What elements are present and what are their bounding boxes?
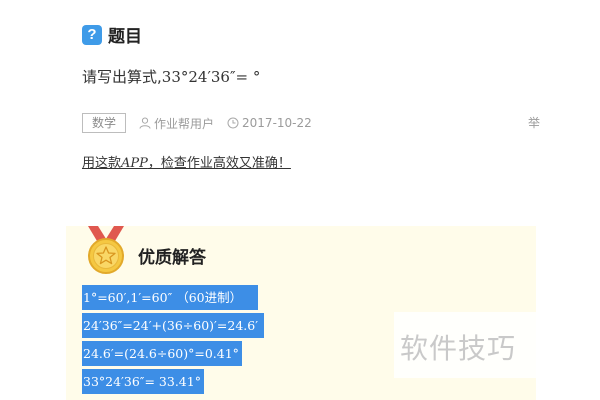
answer-line-4: 33°24′36″= 33.41° [82,369,204,394]
question-prefix: 请写出算式, [82,68,162,86]
date-text: 2017-10-22 [242,116,312,130]
report-link-fragment[interactable]: 举 [528,114,540,131]
author-name: 作业帮用户 [154,116,215,131]
answer-line-2: 24′36″=24′+(36÷60)′=24.6′ [82,313,264,338]
question-header: ? 题目 [82,22,142,47]
page-root: ? 题目 请写出算式,33°24′36″= ° 数学 作业帮用户 2017-10… [0,0,600,400]
question-meta: 数学 作业帮用户 2017-10-22 [82,113,312,133]
promo-before: 用这款 [82,156,122,171]
watermark-text: 软件技巧 [400,332,517,365]
promo-after: ，检查作业高效又准确！ [147,156,291,171]
question-title: 题目 [108,27,142,47]
question-mark-icon: ? [82,24,102,45]
question-date: 2017-10-22 [227,116,312,130]
clock-icon [227,117,239,129]
question-author: 作业帮用户 [139,115,214,132]
promo-app: APP [121,156,148,171]
answer-line-1: 1°=60′,1′=60″ （60进制） [82,285,258,310]
subject-tag[interactable]: 数学 [82,113,127,133]
app-promo-link[interactable]: 用这款APP，检查作业高效又准确！ [82,152,291,171]
question-formula: 33°24′36″= ° [161,68,261,86]
gold-medal-icon [88,226,124,274]
user-icon [139,117,151,129]
question-text: 请写出算式,33°24′36″= ° [82,66,260,87]
answer-title: 优质解答 [138,248,206,268]
answer-line-3: 24.6′=(24.6÷60)°=0.41° [82,341,242,366]
